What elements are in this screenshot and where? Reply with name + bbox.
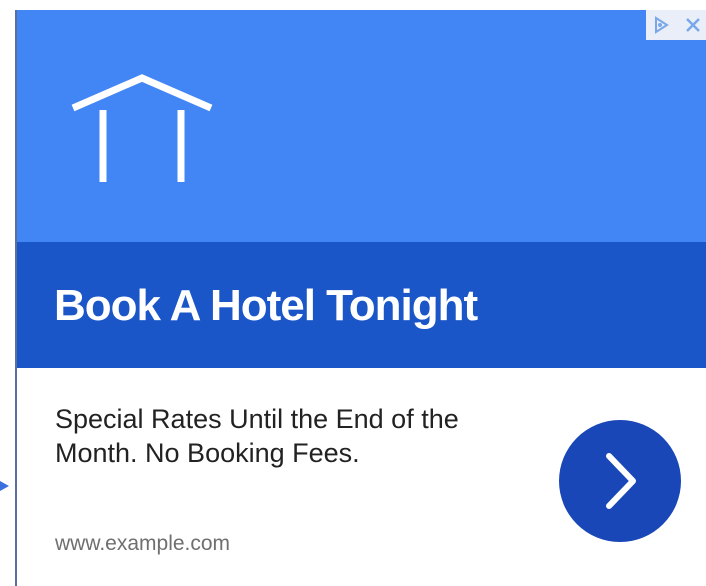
ad-controls — [646, 10, 706, 40]
ad-headline[interactable]: Book A Hotel Tonight — [54, 280, 478, 332]
ad-display-url[interactable]: www.example.com — [55, 532, 230, 556]
cta-button[interactable] — [559, 420, 681, 542]
ad-hero-image — [17, 10, 706, 242]
adchoices-icon[interactable] — [652, 16, 670, 34]
hotel-ad-card[interactable]: Book A Hotel Tonight Special Rates Until… — [15, 10, 706, 586]
hotel-icon — [69, 72, 215, 184]
chevron-right-icon — [606, 453, 636, 509]
arrow-right-icon — [0, 478, 9, 491]
ad-description: Special Rates Until the End of the Month… — [55, 404, 459, 468]
close-icon[interactable] — [684, 16, 702, 34]
